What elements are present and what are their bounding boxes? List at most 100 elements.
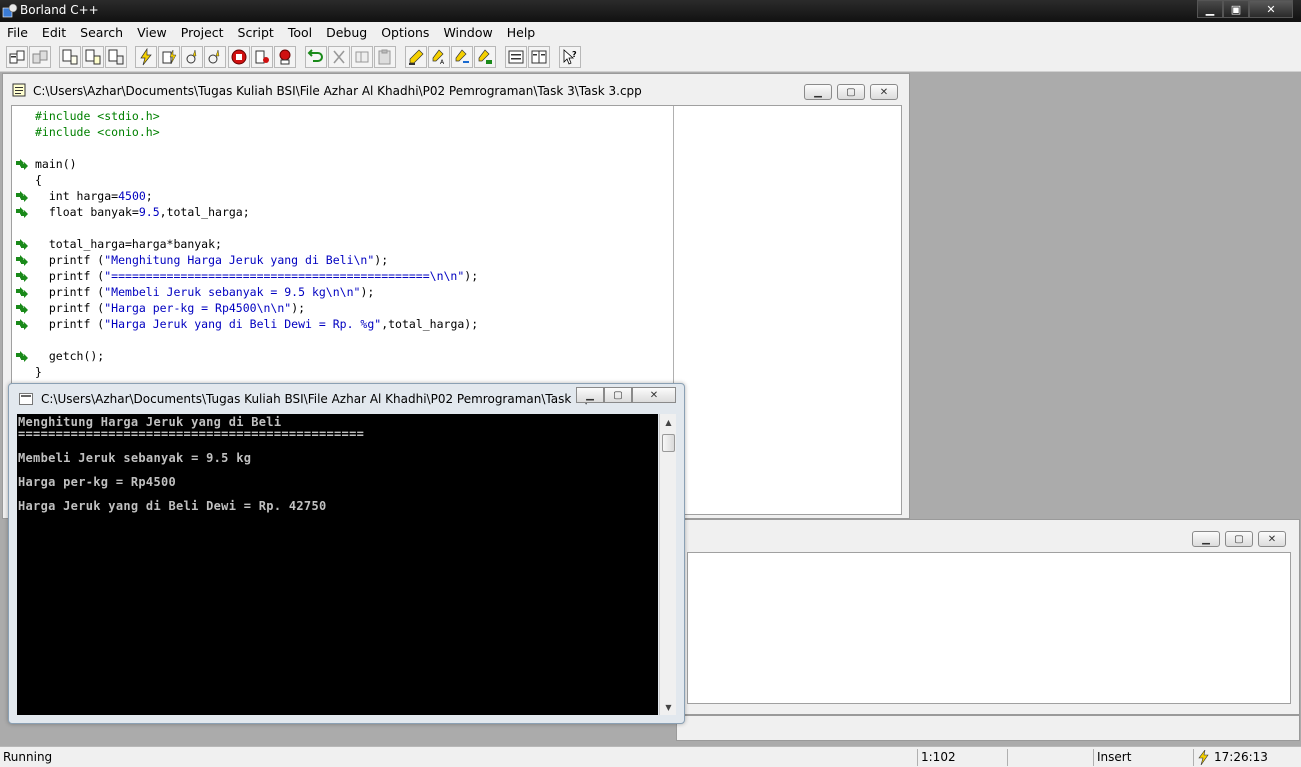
open-project-button[interactable] [6,46,28,68]
code-token: "=======================================… [104,269,465,283]
scroll-down-arrow[interactable]: ▼ [660,700,677,714]
scroll-up-arrow[interactable]: ▲ [660,415,677,429]
breakpoint-marker-icon[interactable] [15,190,29,202]
breakpoint-marker-icon[interactable] [15,206,29,218]
message-window-button[interactable] [505,46,527,68]
breakpoint-marker-icon[interactable] [15,318,29,330]
code-line: getch(); [35,348,478,364]
scroll-thumb[interactable] [662,434,675,452]
code-token: ); [374,253,389,267]
watch-button[interactable] [274,46,296,68]
editor-close-button[interactable]: ✕ [870,84,898,100]
code-token: ; [145,189,153,203]
console-scrollbar[interactable]: ▲ ▼ [659,414,676,715]
breakpoint-button[interactable] [251,46,273,68]
run-button[interactable] [181,46,203,68]
console-output[interactable]: Menghitung Harga Jeruk yang di Beli =====… [17,414,658,715]
code-line: { [35,172,478,188]
code-token: printf ( [35,317,105,331]
borland-app-icon [2,3,18,18]
message-minimize-button[interactable]: ▁ [1192,531,1220,547]
browse-next-button[interactable] [474,46,496,68]
make-button[interactable] [158,46,180,68]
browse-symbol-button[interactable] [405,46,427,68]
breakpoint-marker-icon[interactable] [15,302,29,314]
code-line: int harga=4500; [35,188,478,204]
new-node-button[interactable] [59,46,81,68]
breakpoint-marker-icon[interactable] [15,158,29,170]
menu-file[interactable]: File [0,25,35,40]
maximize-button[interactable]: ▣ [1223,0,1249,18]
copy-button[interactable] [351,46,373,68]
code-token: float banyak= [35,205,139,219]
console-close-button[interactable]: ✕ [632,387,676,403]
console-window: C:\Users\Azhar\Documents\Tugas Kuliah BS… [8,383,685,724]
context-help-button[interactable]: ? [559,46,581,68]
message-list[interactable] [687,552,1291,704]
tile-windows-button[interactable] [528,46,550,68]
editor-maximize-button[interactable]: ▢ [837,84,865,100]
menu-script[interactable]: Script [231,25,281,40]
breakpoint-marker-icon[interactable] [15,350,29,362]
console-title: C:\Users\Azhar\Documents\Tugas Kuliah BS… [41,392,628,406]
menu-debug[interactable]: Debug [319,25,374,40]
add-node-button[interactable] [82,46,104,68]
breakpoint-marker-icon[interactable] [15,286,29,298]
code-line: main() [35,156,478,172]
menu-tool[interactable]: Tool [281,25,319,40]
message-maximize-button[interactable]: ▢ [1225,531,1253,547]
code-line: } [35,364,478,380]
code-token: { [35,173,42,187]
browse-replace-button[interactable]: A [428,46,450,68]
console-line: Membeli Jeruk sebanyak = 9.5 kg [18,451,252,465]
delete-node-button[interactable] [105,46,127,68]
compile-button[interactable] [135,46,157,68]
console-maximize-button[interactable]: ▢ [604,387,632,403]
menu-window[interactable]: Window [436,25,499,40]
status-bar: Running 1:102 Insert 17:26:13 [0,746,1301,767]
code-token: "Membeli Jeruk sebanyak = 9.5 kg\n\n" [104,285,361,299]
close-project-button[interactable] [29,46,51,68]
search-next-icon [478,49,492,64]
paste-button[interactable] [374,46,396,68]
lightning-icon [140,48,152,66]
code-token: #include <stdio.h> [35,109,160,123]
help-pointer-icon: ? [563,49,577,65]
highlighter-icon [409,49,424,65]
menu-options[interactable]: Options [374,25,436,40]
menu-help[interactable]: Help [500,25,543,40]
project-close-icon [32,50,48,64]
breakpoint-marker-icon[interactable] [15,254,29,266]
cut-button[interactable] [328,46,350,68]
stop-button[interactable] [228,46,250,68]
status-text: Running [3,750,53,764]
step-button[interactable] [204,46,226,68]
breakpoint-marker-icon[interactable] [15,270,29,282]
console-minimize-button[interactable]: ▁ [576,387,604,403]
code-token: "Harga per-kg = Rp4500\n\n" [104,301,292,315]
copy-icon [355,51,369,63]
minimize-button[interactable]: ▁ [1197,0,1223,18]
undo-button[interactable] [305,46,327,68]
make-icon [162,49,177,65]
menu-search[interactable]: Search [73,25,130,40]
paste-icon [378,49,391,65]
delete-node-icon [108,49,124,65]
message-window-buttons: ▁ ▢ ✕ [1192,531,1286,547]
close-button[interactable]: ✕ [1249,0,1293,18]
breakpoint-icon [255,50,269,64]
menu-project[interactable]: Project [174,25,231,40]
menu-edit[interactable]: Edit [35,25,73,40]
code-token: } [35,365,42,379]
code-token: "Menghitung Harga Jeruk yang di Beli\n" [104,253,375,267]
menu-view[interactable]: View [130,25,174,40]
message-close-button[interactable]: ✕ [1258,531,1286,547]
replace-icon: A [432,49,445,66]
console-line: ========================================… [18,427,365,441]
browse-prev-button[interactable] [451,46,473,68]
code-token: "Harga Jeruk yang di Beli Dewi = Rp. %g" [104,317,382,331]
editor-minimize-button[interactable]: ▁ [804,84,832,100]
breakpoint-marker-icon[interactable] [15,238,29,250]
